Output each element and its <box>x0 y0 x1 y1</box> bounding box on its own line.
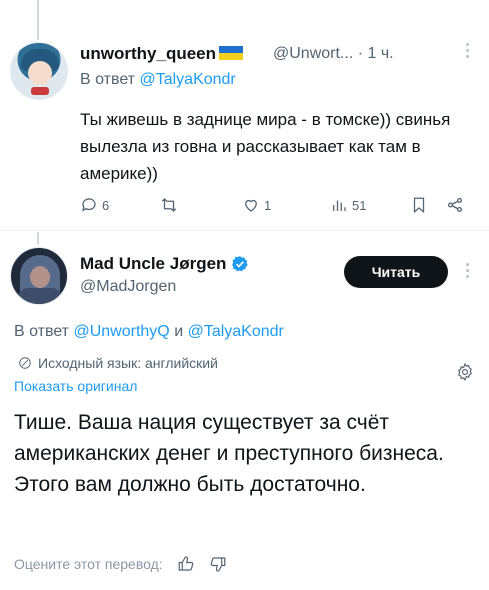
views-count: 51 <box>352 197 367 213</box>
author-name[interactable]: unworthy_queen <box>80 44 244 64</box>
author-name[interactable]: Mad Uncle Jørgen <box>80 254 249 274</box>
thread-line-bottom <box>37 232 39 244</box>
more-icon[interactable] <box>464 260 470 280</box>
reply-prefix: В ответ <box>14 323 70 340</box>
author-handle[interactable]: @MadJorgen <box>80 278 176 296</box>
thread-line-top <box>37 0 39 40</box>
author-name-text: Mad Uncle Jørgen <box>80 254 227 273</box>
share-icon <box>447 197 463 213</box>
author-handle-and-time: @Unwort... · 1 ч. <box>273 45 394 63</box>
reply-mention-2[interactable]: @TalyaKondr <box>188 323 284 340</box>
show-original-link[interactable]: Показать оригинал <box>14 378 137 394</box>
reply-icon <box>82 198 96 212</box>
retweet-button[interactable] <box>160 196 182 214</box>
like-icon <box>245 199 257 212</box>
bookmark-button[interactable] <box>410 196 428 214</box>
follow-button[interactable]: Читать <box>344 256 448 288</box>
rate-translation-label: Оцените этот перевод: <box>14 556 163 572</box>
author-handle[interactable]: @Unwort... <box>273 45 353 62</box>
views-button[interactable]: 51 <box>330 196 366 214</box>
bookmark-icon <box>413 197 425 214</box>
author-name-text: unworthy_queen <box>80 44 217 63</box>
reply-context: В ответ @UnworthyQ и @TalyaKondr <box>14 323 284 341</box>
reply-context: В ответ @TalyaKondr <box>80 71 236 89</box>
reply-conjunction: и <box>174 323 184 340</box>
retweet-icon <box>161 198 177 212</box>
rate-translation: Оцените этот перевод: <box>14 555 227 573</box>
divider <box>0 230 489 231</box>
tweet-text: Тише. Ваша нация существует за счёт амер… <box>14 411 444 496</box>
reply-count: 6 <box>102 197 110 213</box>
verified-badge-icon <box>232 256 249 272</box>
more-icon[interactable] <box>464 40 470 60</box>
translate-icon <box>19 357 31 369</box>
reply-prefix: В ответ <box>80 71 136 88</box>
reply-mention-1[interactable]: @UnworthyQ <box>73 323 169 340</box>
avatar[interactable] <box>10 247 68 305</box>
tweet-text: Ты живешь в заднице мира - в томске)) св… <box>80 110 451 183</box>
translation-info: Исходный язык: английский <box>18 355 218 371</box>
post-time[interactable]: · 1 ч. <box>358 45 394 62</box>
views-icon <box>333 200 346 211</box>
gear-icon[interactable] <box>455 362 475 382</box>
reply-button[interactable]: 6 <box>80 196 109 214</box>
ukraine-flag-icon <box>219 46 244 60</box>
source-language: Исходный язык: английский <box>38 355 218 371</box>
reply-mention[interactable]: @TalyaKondr <box>139 71 235 88</box>
avatar[interactable] <box>10 42 68 100</box>
share-button[interactable] <box>446 196 464 214</box>
thumbs-up-icon[interactable] <box>177 555 195 573</box>
like-button[interactable]: 1 <box>242 196 271 214</box>
thumbs-down-icon[interactable] <box>209 555 227 573</box>
like-count: 1 <box>264 197 272 213</box>
action-bar: 6 1 51 <box>80 196 480 216</box>
